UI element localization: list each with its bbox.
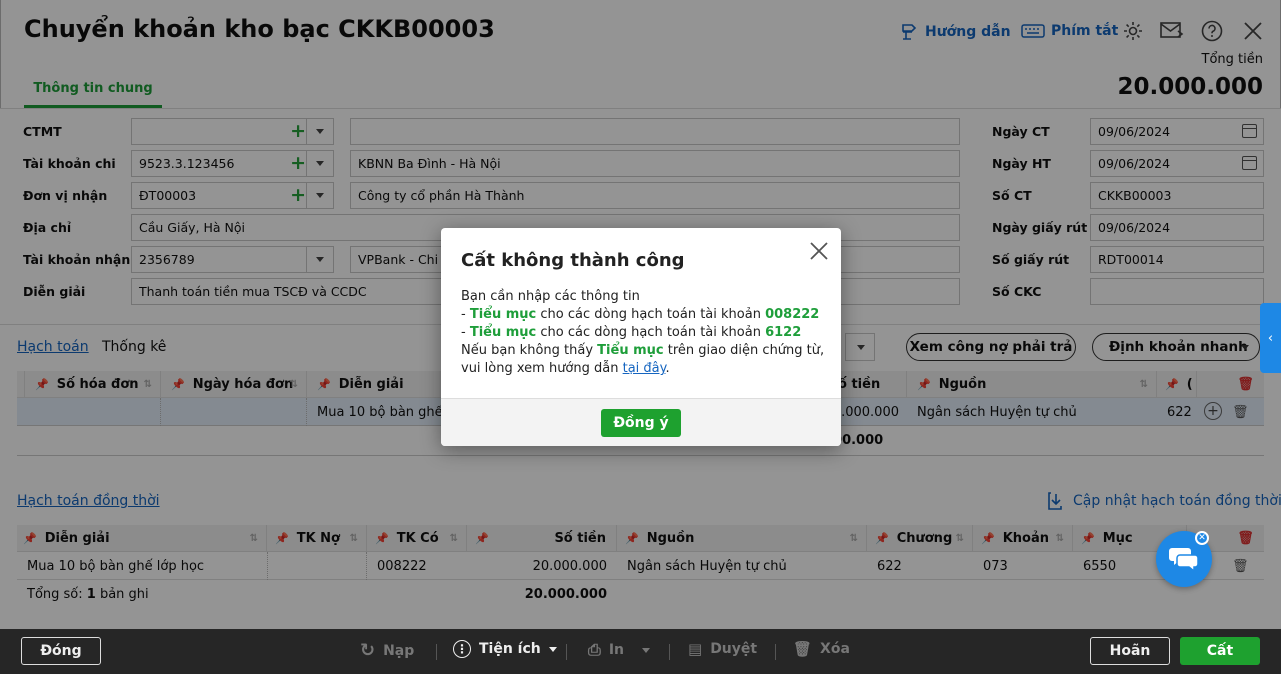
document-icon: ▤: [688, 640, 703, 658]
footer-toolbar: Đóng ↻ Nạp ⋮ Tiện ích ⎙ In ▤ Duyệt 🗑 Xóa Hoãn…: [0, 629, 1281, 674]
guide-here-link[interactable]: tại đây: [623, 361, 666, 376]
highlight: Tiểu mục: [469, 307, 537, 322]
reload-label: Nạp: [383, 642, 415, 659]
reload-button[interactable]: ↻ Nạp: [360, 640, 414, 661]
approve-button[interactable]: ▤ Duyệt: [688, 640, 757, 658]
separator: [775, 644, 776, 660]
dash: -: [461, 307, 470, 322]
separator: [669, 644, 670, 660]
close-chat-icon[interactable]: ✕: [1195, 531, 1209, 545]
dash: -: [461, 325, 470, 340]
separator: [566, 644, 567, 660]
agree-button[interactable]: Đồng ý: [601, 409, 681, 437]
dialog-line: Nếu bạn không thấy Tiểu mục trên giao di…: [461, 342, 826, 378]
save-button[interactable]: Cất: [1180, 637, 1260, 665]
dialog-footer: Đồng ý: [441, 398, 841, 446]
utilities-menu[interactable]: ⋮ Tiện ích: [453, 640, 557, 658]
cancel-button[interactable]: Hoãn: [1090, 637, 1170, 665]
dialog-line: Bạn cần nhập các thông tin: [461, 289, 640, 304]
dialog-close-button[interactable]: [809, 241, 829, 265]
utilities-label: Tiện ích: [479, 641, 541, 657]
side-panel-toggle[interactable]: ‹: [1260, 303, 1281, 373]
account-number: 6122: [765, 325, 802, 340]
chat-icon: [1169, 548, 1199, 573]
close-button[interactable]: Đóng: [21, 637, 101, 665]
chat-widget[interactable]: ✕: [1156, 531, 1212, 587]
print-button[interactable]: ⎙ In: [588, 640, 650, 660]
chevron-down-icon: [642, 647, 650, 653]
text: Nếu bạn không thấy: [461, 343, 598, 358]
dialog-line: - Tiểu mục cho các dòng hạch toán tài kh…: [461, 324, 826, 342]
chevron-left-icon: ‹: [1267, 330, 1274, 346]
trash-icon: 🗑: [793, 640, 813, 658]
error-dialog: Cất không thành công Bạn cần nhập các th…: [441, 228, 841, 446]
text: cho các dòng hạch toán tài khoản: [536, 325, 766, 340]
print-label: In: [608, 642, 624, 658]
approve-label: Duyệt: [710, 641, 758, 657]
dialog-body: Bạn cần nhập các thông tin - Tiểu mục ch…: [461, 288, 826, 378]
text: cho các dòng hạch toán tài khoản: [536, 307, 766, 322]
printer-icon: ⎙: [588, 640, 601, 659]
chevron-down-icon: [548, 646, 557, 652]
delete-button[interactable]: 🗑 Xóa: [793, 640, 850, 658]
account-number: 008222: [765, 307, 820, 322]
refresh-icon: ↻: [360, 640, 376, 661]
highlight: Tiểu mục: [469, 325, 537, 340]
period: .: [665, 361, 670, 376]
dialog-line: - Tiểu mục cho các dòng hạch toán tài kh…: [461, 306, 826, 324]
close-icon: [810, 242, 828, 260]
dialog-title: Cất không thành công: [461, 250, 685, 271]
info-icon: ⋮: [453, 640, 471, 658]
highlight: Tiểu mục: [597, 343, 664, 358]
delete-label: Xóa: [820, 641, 850, 657]
separator: [436, 644, 437, 660]
